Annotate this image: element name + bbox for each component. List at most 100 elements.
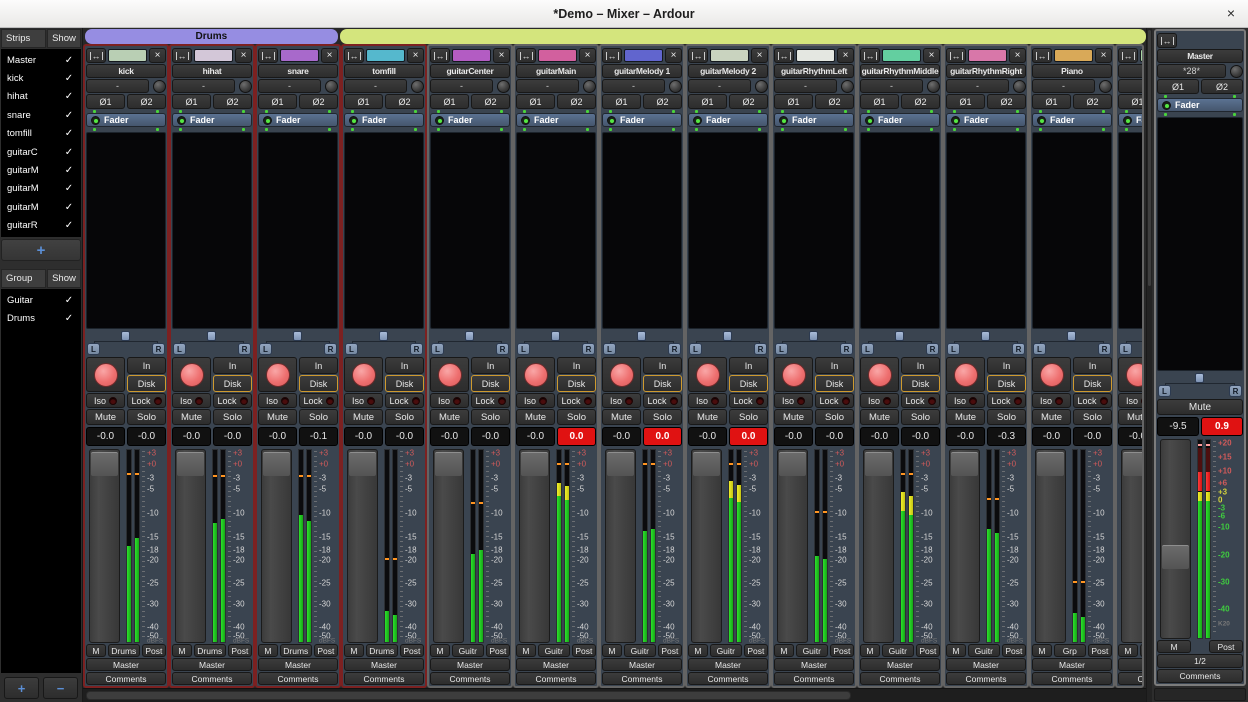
strip-name-button[interactable]: guitarMain: [516, 64, 596, 78]
phase-1-button[interactable]: Ø1: [688, 94, 727, 109]
show-checkbox[interactable]: ✓: [57, 202, 81, 213]
phase-1-button[interactable]: Ø1: [172, 94, 211, 109]
phase-2-button[interactable]: Ø2: [901, 94, 940, 109]
solo-isolate-button[interactable]: Iso: [430, 393, 469, 408]
trim-button[interactable]: -: [1032, 79, 1095, 93]
fader-handle[interactable]: [177, 452, 204, 476]
processor-box[interactable]: [1032, 132, 1112, 329]
fader-processor-entry[interactable]: Fader: [1118, 113, 1144, 127]
strip-width-button[interactable]: ↔: [1118, 48, 1138, 63]
strip-name-button[interactable]: snare: [258, 64, 338, 78]
remove-group-button[interactable]: −: [43, 677, 78, 699]
phase-2-button[interactable]: Ø2: [815, 94, 854, 109]
monitor-disk-button[interactable]: Disk: [987, 375, 1026, 392]
phase-2-button[interactable]: Ø2: [127, 94, 166, 109]
channel-fader[interactable]: [175, 449, 206, 643]
group-column-header[interactable]: Group: [1, 269, 46, 288]
processor-box[interactable]: [860, 132, 940, 329]
gain-display[interactable]: -0.0: [860, 427, 899, 446]
mute-button[interactable]: Mute: [602, 409, 641, 425]
pan-control[interactable]: L R: [688, 330, 768, 356]
monitor-disk-button[interactable]: Disk: [901, 375, 940, 392]
fader-processor-entry[interactable]: Fader: [516, 113, 596, 127]
solo-button[interactable]: Solo: [385, 409, 424, 425]
gain-display[interactable]: -0.0: [258, 427, 297, 446]
output-route-button[interactable]: Master: [860, 658, 940, 671]
peak-display[interactable]: -0.3: [987, 427, 1026, 446]
fader-processor-entry[interactable]: Fader: [86, 113, 166, 127]
strip-hide-button[interactable]: ×: [149, 48, 166, 63]
channel-fader[interactable]: [949, 449, 980, 643]
peak-display[interactable]: -0.0: [213, 427, 252, 446]
show-column-header[interactable]: Show: [47, 29, 81, 48]
metering-post-button[interactable]: Post: [486, 644, 510, 657]
channel-fader[interactable]: [1121, 449, 1144, 643]
metering-post-button[interactable]: Post: [830, 644, 854, 657]
monitor-input-button[interactable]: In: [299, 357, 338, 374]
fader-handle[interactable]: [607, 452, 634, 476]
record-arm-button[interactable]: [774, 357, 813, 392]
strip-color-swatch[interactable]: [1140, 49, 1144, 62]
output-route-button[interactable]: Master: [602, 658, 682, 671]
monitor-disk-button[interactable]: Disk: [643, 375, 682, 392]
pan-handle[interactable]: [465, 331, 474, 341]
fader-handle[interactable]: [349, 452, 376, 476]
mute-button[interactable]: Mute: [688, 409, 727, 425]
metering-post-button[interactable]: Post: [1002, 644, 1026, 657]
solo-button[interactable]: Solo: [643, 409, 682, 425]
pan-handle[interactable]: [809, 331, 818, 341]
strip-hide-button[interactable]: ×: [1009, 48, 1026, 63]
trim-knob[interactable]: [1099, 80, 1112, 93]
fader-processor-entry[interactable]: Fader: [1032, 113, 1112, 127]
monitor-disk-button[interactable]: Disk: [471, 375, 510, 392]
comments-button[interactable]: Comments: [430, 672, 510, 685]
trim-button[interactable]: -: [688, 79, 751, 93]
channel-fader[interactable]: [519, 449, 550, 643]
comments-button[interactable]: Comments: [516, 672, 596, 685]
metering-post-button[interactable]: Post: [400, 644, 424, 657]
pan-handle[interactable]: [1195, 373, 1204, 383]
metering-post-button[interactable]: Post: [314, 644, 338, 657]
show-checkbox[interactable]: ✓: [57, 73, 81, 84]
mute-button[interactable]: Mute: [344, 409, 383, 425]
strip-hide-button[interactable]: ×: [923, 48, 940, 63]
fader-handle[interactable]: [521, 452, 548, 476]
gain-display[interactable]: -0.0: [602, 427, 641, 446]
pan-handle[interactable]: [551, 331, 560, 341]
strip-hide-button[interactable]: ×: [665, 48, 682, 63]
solo-button[interactable]: Solo: [213, 409, 252, 425]
monitor-input-button[interactable]: In: [557, 357, 596, 374]
pan-control[interactable]: L R: [860, 330, 940, 356]
group-list-item[interactable]: Guitar✓: [1, 291, 81, 309]
trim-knob[interactable]: [497, 80, 510, 93]
solo-isolate-button[interactable]: Iso: [1118, 393, 1144, 408]
phase-1-button[interactable]: Ø1: [344, 94, 383, 109]
solo-lock-button[interactable]: Lock: [729, 393, 768, 408]
output-route-button[interactable]: Master: [86, 658, 166, 671]
pan-handle[interactable]: [981, 331, 990, 341]
trim-knob[interactable]: [153, 80, 166, 93]
strips-list-item[interactable]: guitarR✓: [1, 217, 81, 235]
processor-box[interactable]: [516, 132, 596, 329]
solo-button[interactable]: Solo: [471, 409, 510, 425]
gain-display[interactable]: -0.0: [516, 427, 555, 446]
comments-button[interactable]: Comments: [860, 672, 940, 685]
group-button[interactable]: Grp: [1140, 644, 1144, 657]
peak-display[interactable]: -0.0: [901, 427, 940, 446]
metering-post-button[interactable]: Post: [916, 644, 940, 657]
metering-post-button[interactable]: Post: [228, 644, 252, 657]
pan-handle[interactable]: [293, 331, 302, 341]
phase-2-button[interactable]: Ø2: [557, 94, 596, 109]
solo-isolate-button[interactable]: Iso: [946, 393, 985, 408]
solo-isolate-button[interactable]: Iso: [602, 393, 641, 408]
peak-display[interactable]: -0.0: [1073, 427, 1112, 446]
solo-isolate-button[interactable]: Iso: [516, 393, 555, 408]
monitor-input-button[interactable]: In: [815, 357, 854, 374]
show-checkbox[interactable]: ✓: [57, 110, 81, 121]
strip-name-button[interactable]: guitarCenter: [430, 64, 510, 78]
strip-name-button[interactable]: hihat: [172, 64, 252, 78]
peak-display[interactable]: 0.0: [729, 427, 768, 446]
group-tab[interactable]: Guitar: [340, 29, 1146, 44]
show-checkbox[interactable]: ✓: [57, 295, 81, 306]
output-route-button[interactable]: Master: [172, 658, 252, 671]
